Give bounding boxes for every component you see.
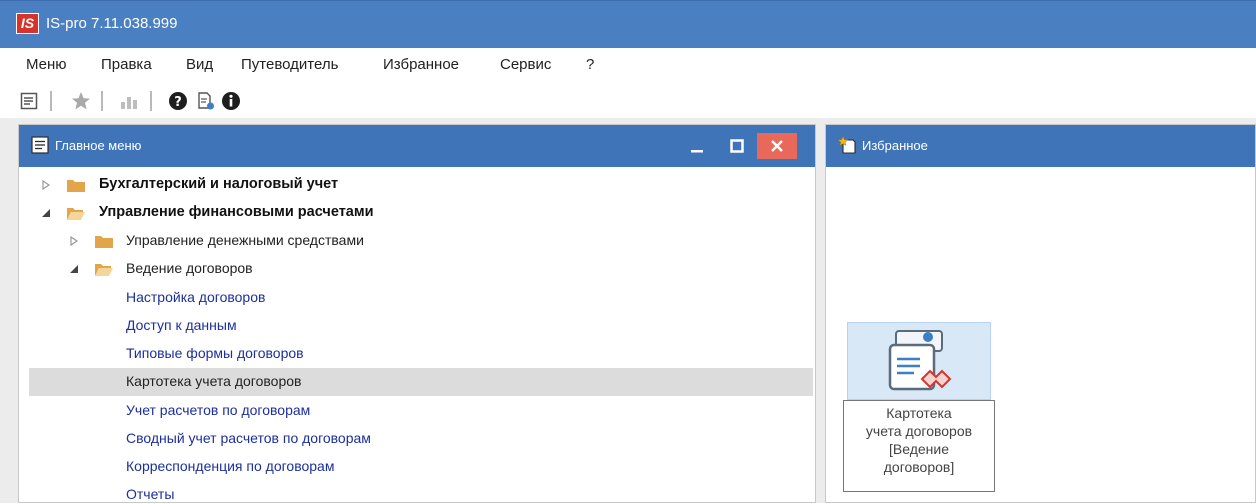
- main-menu-header: Главное меню: [19, 125, 815, 167]
- favorites-header: Избранное: [826, 125, 1255, 167]
- list-icon[interactable]: [18, 90, 40, 112]
- chevron-right-icon[interactable]: [41, 180, 51, 190]
- favorites-title: Избранное: [862, 138, 928, 153]
- tree-item-contract-registry[interactable]: Картотека учета договоров: [29, 368, 813, 396]
- menu-item-menu[interactable]: Меню: [26, 56, 67, 73]
- menu-item-view[interactable]: Вид: [186, 56, 213, 73]
- tree-item-contract-settlements[interactable]: Учет расчетов по договорам: [19, 397, 813, 425]
- close-icon: [771, 140, 783, 152]
- tree-item-label: Учет расчетов по договорам: [126, 402, 311, 418]
- menu-item-navigator[interactable]: Путеводитель: [241, 56, 338, 73]
- tree-item-label: Доступ к данным: [126, 317, 237, 333]
- title-bar: IS IS-pro 7.11.038.999: [0, 0, 1256, 48]
- svg-text:?: ?: [174, 95, 182, 110]
- tree-item-contract-settings[interactable]: Настройка договоров: [19, 284, 813, 312]
- tree-item-label: Бухгалтерский и налоговый учет: [99, 176, 339, 192]
- menu-item-service[interactable]: Сервис: [500, 56, 551, 73]
- tree-item-label: Картотека учета договоров: [126, 373, 302, 389]
- tree-item-label: Отчеты: [126, 486, 175, 502]
- chart-icon[interactable]: [118, 90, 140, 112]
- favorites-icon: [837, 135, 856, 154]
- tree-item-cash-management[interactable]: Управление денежными средствами: [19, 227, 813, 255]
- menu-item-favorites[interactable]: Избранное: [383, 56, 459, 73]
- toolbar-separator: [150, 91, 152, 111]
- chevron-expanded-icon[interactable]: [41, 208, 51, 218]
- tree-item-label: Сводный учет расчетов по договорам: [126, 430, 371, 446]
- main-menu-icon: [31, 136, 49, 154]
- chevron-expanded-icon[interactable]: [69, 264, 79, 274]
- favorite-tile-label-line: Картотека: [886, 405, 952, 421]
- tree-item-correspondence[interactable]: Корреспонденция по договорам: [19, 453, 813, 481]
- close-button[interactable]: [757, 133, 797, 159]
- tree-item-label: Настройка договоров: [126, 289, 266, 305]
- folder-open-icon: [67, 208, 85, 220]
- menu-bar: Меню Правка Вид Путеводитель Избранное С…: [0, 50, 1256, 80]
- favorite-tile-label: Картотека учета договоров [Ведение догов…: [843, 400, 995, 492]
- main-menu-title: Главное меню: [55, 138, 142, 153]
- minimize-icon: [691, 150, 703, 153]
- minimize-button[interactable]: [677, 133, 717, 159]
- document-settings-icon[interactable]: [195, 90, 217, 112]
- favorite-tile-label-line: [Ведение: [889, 441, 949, 457]
- favorite-tile-label-line: учета договоров: [865, 423, 973, 439]
- tree-item-label: Управление финансовыми расчетами: [99, 204, 374, 220]
- tree-item-label: Типовые формы договоров: [126, 345, 304, 361]
- tree-item-label: Корреспонденция по договорам: [126, 458, 335, 474]
- menu-item-edit[interactable]: Правка: [101, 56, 152, 73]
- toolbar: ?: [0, 82, 1256, 118]
- tree-item-label: Управление денежными средствами: [126, 232, 364, 248]
- tree-item-summary-settlements[interactable]: Сводный учет расчетов по договорам: [19, 425, 813, 453]
- tree-item-reports[interactable]: Отчеты: [19, 481, 813, 504]
- favorite-tile-label-line: договоров]: [883, 459, 955, 475]
- toolbar-separator: [50, 91, 52, 111]
- contract-registry-icon: [888, 330, 952, 391]
- tree-item-label: Ведение договоров: [126, 260, 253, 276]
- tree-item-financial-settlements[interactable]: Управление финансовыми расчетами: [19, 199, 813, 227]
- info-icon[interactable]: [220, 90, 242, 112]
- folder-open-icon: [95, 264, 113, 276]
- favorite-tile-contract-registry[interactable]: [847, 322, 991, 400]
- folder-icon: [95, 236, 113, 248]
- chevron-right-icon[interactable]: [69, 236, 79, 246]
- maximize-icon: [730, 139, 744, 153]
- tree-item-contract-templates[interactable]: Типовые формы договоров: [19, 340, 813, 368]
- toolbar-separator: [101, 91, 103, 111]
- app-logo: IS: [16, 13, 39, 34]
- tree-item-contract-management[interactable]: Ведение договоров: [19, 255, 813, 283]
- tree-item-accounting[interactable]: Бухгалтерский и налоговый учет: [19, 171, 813, 199]
- main-menu-panel: Главное меню Бухгалтерский и налоговый у…: [18, 124, 816, 503]
- maximize-button[interactable]: [717, 133, 757, 159]
- menu-item-help[interactable]: ?: [586, 56, 594, 73]
- star-icon[interactable]: [70, 90, 92, 112]
- window-title: IS-pro 7.11.038.999: [46, 15, 178, 32]
- help-icon[interactable]: ?: [167, 90, 189, 112]
- tree-item-data-access[interactable]: Доступ к данным: [19, 312, 813, 340]
- folder-icon: [67, 180, 85, 192]
